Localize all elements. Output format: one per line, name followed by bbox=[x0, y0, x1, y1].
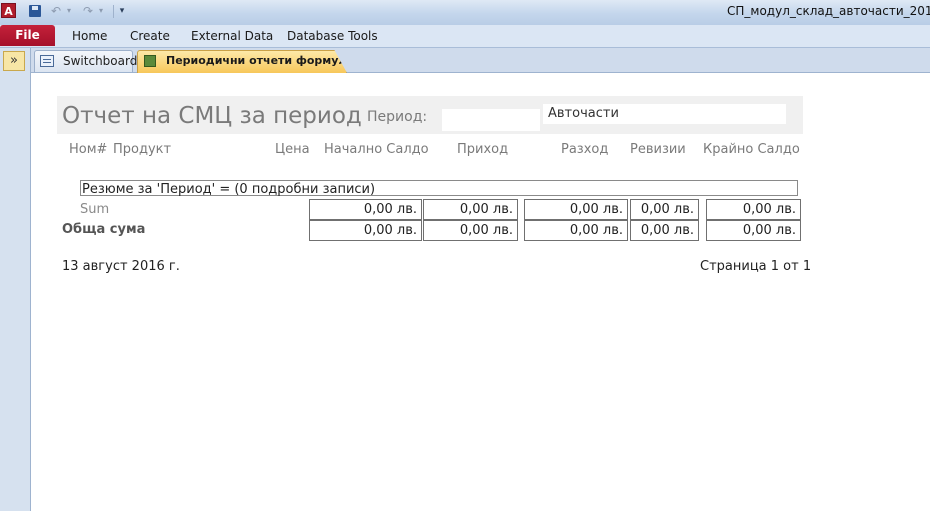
total-revisions: 0,00 лв. bbox=[630, 220, 699, 241]
total-income: 0,00 лв. bbox=[423, 220, 518, 241]
window-title: СП_модул_склад_авточасти_2016_01_ bbox=[727, 4, 930, 18]
undo-dropdown-icon[interactable]: ▾ bbox=[65, 3, 73, 19]
col-header-revisions: Ревизии bbox=[630, 142, 686, 157]
sum-expense: 0,00 лв. bbox=[524, 199, 628, 220]
tab-database-tools[interactable]: Database Tools bbox=[287, 29, 378, 43]
customize-qat-icon[interactable]: ▾ bbox=[117, 3, 127, 19]
form-icon bbox=[40, 55, 54, 67]
col-header-product: Продукт bbox=[113, 142, 172, 157]
total-expense: 0,00 лв. bbox=[524, 220, 628, 241]
save-icon[interactable] bbox=[27, 3, 43, 19]
total-closing-balance: 0,00 лв. bbox=[706, 220, 801, 241]
tab-home[interactable]: Home bbox=[72, 29, 107, 43]
col-header-opening-balance: Начално Салдо bbox=[324, 142, 429, 157]
file-tab[interactable]: File bbox=[0, 25, 55, 46]
doc-tab-label: Switchboard bbox=[63, 54, 138, 68]
period-label: Период: bbox=[367, 109, 428, 125]
report-icon bbox=[144, 55, 156, 67]
report-title: Отчет на СМЦ за период bbox=[62, 103, 362, 129]
tab-external-data[interactable]: External Data bbox=[191, 29, 273, 43]
col-header-income: Приход bbox=[457, 142, 509, 157]
doc-tab-periodic-reports[interactable]: Периодични отчети формуляр bbox=[137, 50, 347, 73]
sum-opening-balance: 0,00 лв. bbox=[309, 199, 422, 220]
redo-icon[interactable]: ↷ bbox=[81, 3, 95, 19]
redo-dropdown-icon[interactable]: ▾ bbox=[97, 3, 105, 19]
expand-navigation-icon[interactable]: » bbox=[3, 51, 25, 71]
col-header-number: Ном# bbox=[69, 142, 108, 157]
access-app-icon[interactable]: A bbox=[1, 3, 16, 18]
doc-tab-label: Периодични отчети формуляр bbox=[166, 54, 362, 67]
tab-create[interactable]: Create bbox=[130, 29, 170, 43]
sum-label: Sum bbox=[80, 202, 110, 217]
grand-total-label: Обща сума bbox=[62, 222, 146, 237]
sum-closing-balance: 0,00 лв. bbox=[706, 199, 801, 220]
qat-separator bbox=[113, 5, 114, 18]
report-date: 13 август 2016 г. bbox=[62, 259, 180, 274]
period-field bbox=[442, 109, 540, 131]
report-canvas bbox=[31, 73, 930, 511]
col-header-closing-balance: Крайно Салдо bbox=[703, 142, 800, 157]
doc-tab-switchboard[interactable]: Switchboard bbox=[34, 50, 137, 72]
col-header-expense: Разход bbox=[561, 142, 609, 157]
col-header-price: Цена bbox=[275, 142, 310, 157]
sum-revisions: 0,00 лв. bbox=[630, 199, 699, 220]
navigation-pane-collapsed bbox=[0, 48, 31, 511]
undo-icon[interactable]: ↶ bbox=[49, 3, 63, 19]
category-value: Авточасти bbox=[548, 106, 619, 121]
sum-income: 0,00 лв. bbox=[423, 199, 518, 220]
group-summary-text: Резюме за 'Период' = (0 подробни записи) bbox=[82, 182, 376, 197]
page-number: Страница 1 от 1 bbox=[700, 259, 812, 274]
total-opening-balance: 0,00 лв. bbox=[309, 220, 422, 241]
